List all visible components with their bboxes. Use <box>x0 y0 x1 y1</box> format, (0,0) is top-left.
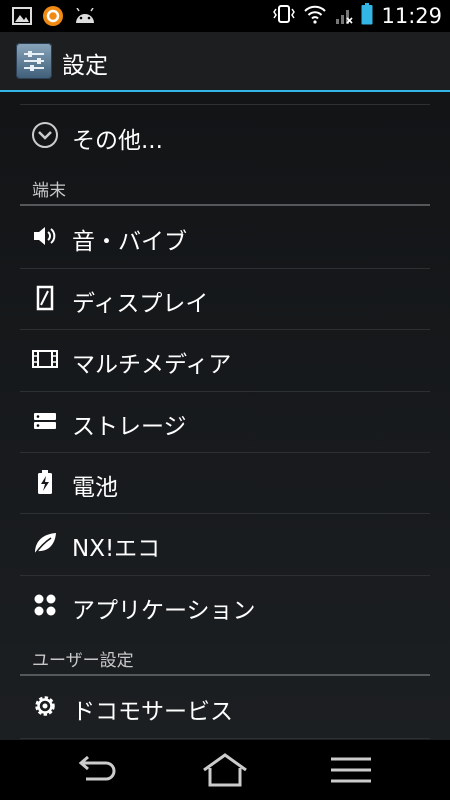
chevron-down-icon <box>31 121 59 149</box>
signal-icon <box>335 3 354 29</box>
sidebar-item-multimedia[interactable]: マルチメディア <box>0 330 450 390</box>
apps-icon <box>32 592 58 618</box>
action-bar: 設定 <box>0 32 450 92</box>
sidebar-item-display[interactable]: ディスプレイ <box>0 269 450 329</box>
volume-icon <box>32 223 58 249</box>
divider <box>20 738 430 739</box>
wifi-icon <box>303 4 327 28</box>
section-divider <box>20 204 430 206</box>
list-item-label: ディスプレイ <box>72 291 209 317</box>
sidebar-item-docomo-service[interactable]: ドコモサービス <box>0 677 450 737</box>
sidebar-item-storage[interactable]: ストレージ <box>0 392 450 452</box>
list-item-label: 音・バイブ <box>72 229 187 255</box>
leaf-icon <box>32 530 58 556</box>
clock: 11:29 <box>381 4 442 28</box>
film-icon <box>32 346 58 372</box>
home-icon[interactable] <box>200 752 250 788</box>
list-item-label: ドコモサービス <box>72 699 233 725</box>
section-divider <box>20 674 430 676</box>
back-icon[interactable] <box>72 752 122 788</box>
list-item-label: ストレージ <box>72 414 187 440</box>
gear-icon <box>32 693 58 719</box>
android-icon <box>74 7 96 28</box>
sidebar-item-nx-eco[interactable]: NX!エコ <box>0 514 450 574</box>
more-label: その他... <box>72 128 163 154</box>
list-item-label: アプリケーション <box>72 598 256 624</box>
battery-status-icon <box>361 3 373 29</box>
battery-icon <box>32 469 58 495</box>
section-title-device: 端末 <box>32 181 66 201</box>
gallery-icon <box>12 7 32 29</box>
section-title-user: ユーザー設定 <box>32 651 134 671</box>
list-item-label: NX!エコ <box>72 536 161 562</box>
sidebar-item-applications[interactable]: アプリケーション <box>0 576 450 636</box>
list-item-label: マルチメディア <box>72 352 232 378</box>
settings-app-icon[interactable] <box>16 43 52 79</box>
vibrate-icon <box>273 3 296 29</box>
music-app-icon <box>42 5 64 31</box>
status-bar: 11:29 <box>0 0 450 32</box>
page-title: 設定 <box>62 53 108 79</box>
menu-icon[interactable] <box>328 752 378 788</box>
sidebar-item-sound[interactable]: 音・バイブ <box>0 207 450 267</box>
more-item[interactable]: その他... <box>0 106 450 166</box>
navigation-bar <box>0 740 450 800</box>
list-item-label: 電池 <box>72 475 118 501</box>
sidebar-item-battery[interactable]: 電池 <box>0 453 450 513</box>
settings-list: その他... 端末 音・バイブ ディスプレイ マルチメディア ストレージ 電池 … <box>0 92 450 740</box>
divider <box>20 104 430 105</box>
storage-icon <box>32 408 58 434</box>
display-icon <box>32 285 58 311</box>
